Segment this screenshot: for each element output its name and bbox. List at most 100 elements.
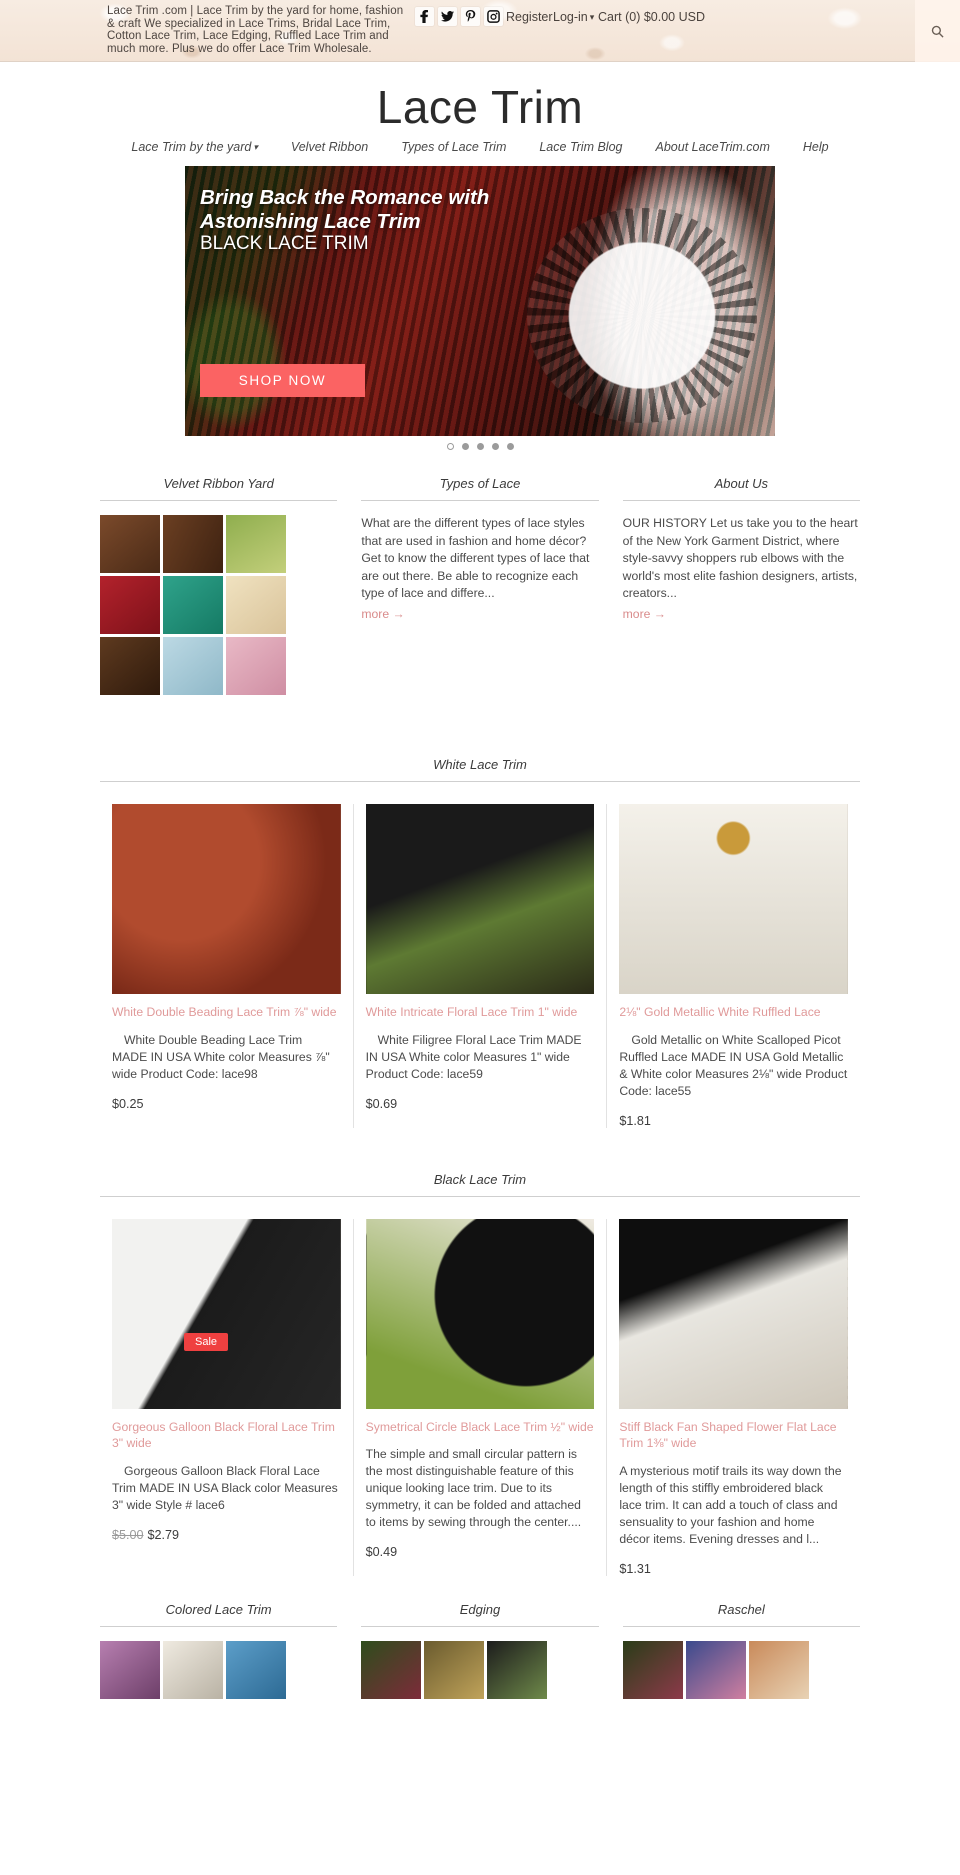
thumbnail[interactable] <box>100 1640 160 1699</box>
product-title[interactable]: Gorgeous Galloon Black Floral Lace Trim … <box>112 1419 341 1452</box>
feature-columns: Velvet Ribbon Yard Types of Lace What ar… <box>100 476 860 695</box>
divider <box>622 1625 860 1627</box>
chevron-down-icon: ▾ <box>253 142 258 152</box>
thumbnail[interactable] <box>226 515 286 573</box>
site-logo[interactable]: Lace Trim <box>0 62 960 140</box>
login-label: Log-in <box>553 10 588 24</box>
product-price: $1.81 <box>619 1113 651 1128</box>
thumbnail[interactable] <box>163 576 223 634</box>
feature-title[interactable]: Velvet Ribbon Yard <box>100 476 337 500</box>
black-product-list: Sale Gorgeous Galloon Black Floral Lace … <box>100 1218 860 1576</box>
feature-body: What are the different types of lace sty… <box>361 516 590 600</box>
sale-badge: Sale <box>184 1332 229 1351</box>
thumbnail[interactable] <box>622 1640 683 1699</box>
velvet-thumb-grid <box>100 515 337 695</box>
login-dropdown[interactable]: Log-in ▾ <box>553 10 594 24</box>
product-description: The simple and small circular pattern is… <box>365 1447 582 1529</box>
nav-item-velvet-ribbon[interactable]: Velvet Ribbon <box>291 140 368 154</box>
feature-title[interactable]: Raschel <box>623 1602 860 1626</box>
main-nav: Lace Trim by the yard ▾ Velvet Ribbon Typ… <box>0 140 960 166</box>
carousel-dot-3[interactable] <box>476 443 484 450</box>
nav-item-help[interactable]: Help <box>803 140 829 154</box>
thumbnail[interactable] <box>100 515 160 573</box>
hero-text-block: Bring Back the Romance with Astonishing … <box>200 186 530 255</box>
thumbnail[interactable] <box>685 1640 746 1699</box>
chevron-down-icon: ▾ <box>589 12 595 22</box>
product-image[interactable]: Sale <box>112 1218 341 1409</box>
thumbnail[interactable] <box>100 576 160 634</box>
product-title[interactable]: Symetrical Circle Black Lace Trim ½" wid… <box>366 1419 595 1436</box>
thumbnail[interactable] <box>226 576 286 634</box>
feature-about-us: About Us OUR HISTORY Let us take you to … <box>622 476 860 695</box>
divider <box>100 1625 338 1627</box>
product-price: $0.49 <box>365 1545 398 1559</box>
instagram-icon[interactable] <box>484 7 503 26</box>
pinterest-icon[interactable] <box>461 7 480 26</box>
product-title[interactable]: White Intricate Floral Lace Trim 1" wide <box>366 1004 595 1021</box>
thumbnail[interactable] <box>226 1640 286 1699</box>
feature-title[interactable]: Colored Lace Trim <box>100 1602 337 1626</box>
feature-velvet-ribbon-yard: Velvet Ribbon Yard <box>100 476 338 695</box>
more-link[interactable]: more → <box>361 607 404 621</box>
top-bar: Lace Trim .com | Lace Trim by the yard f… <box>0 0 960 62</box>
product-image[interactable] <box>112 804 341 994</box>
thumbnail[interactable] <box>424 1640 485 1699</box>
section-title: White Lace Trim <box>433 757 527 772</box>
nav-item-lace-trim-by-the-yard[interactable]: Lace Trim by the yard ▾ <box>131 140 257 154</box>
product-image[interactable] <box>365 1218 595 1409</box>
search-icon <box>931 25 944 38</box>
product-image[interactable] <box>365 804 595 994</box>
carousel-dots <box>185 443 775 450</box>
nav-label: Lace Trim by the yard <box>131 140 252 154</box>
search-button[interactable] <box>915 0 960 62</box>
divider <box>100 1195 860 1197</box>
thumbnail[interactable] <box>361 1640 422 1699</box>
thumbnail[interactable] <box>163 515 223 573</box>
raschel-thumb-grid <box>622 1640 860 1699</box>
feature-title[interactable]: Types of Lace <box>361 476 598 500</box>
divider <box>622 500 860 501</box>
product-card: Stiff Black Fan Shaped Flower Flat Lace … <box>606 1218 860 1576</box>
thumbnail[interactable] <box>100 637 160 695</box>
product-price: $1.31 <box>619 1561 651 1576</box>
thumbnail[interactable] <box>487 1640 548 1699</box>
thumbnail[interactable] <box>226 637 286 695</box>
feature-raschel: Raschel <box>622 1602 860 1699</box>
twitter-icon[interactable] <box>438 7 457 26</box>
carousel-dot-2[interactable] <box>461 443 469 450</box>
thumbnail[interactable] <box>748 1640 809 1699</box>
carousel-dot-1[interactable] <box>446 443 454 450</box>
feature-body: OUR HISTORY Let us take you to the heart… <box>622 516 858 600</box>
nav-item-lace-trim-blog[interactable]: Lace Trim Blog <box>539 140 622 154</box>
product-card: White Intricate Floral Lace Trim 1" wide… <box>352 804 607 1128</box>
shop-now-button[interactable]: SHOP NOW <box>200 364 365 397</box>
product-description: White Double Beading Lace Trim MADE IN U… <box>112 1032 330 1081</box>
product-card: 2⅛" Gold Metallic White Ruffled Lace Gol… <box>606 804 860 1128</box>
feature-title[interactable]: About Us <box>623 476 860 500</box>
hero-lace-decoration <box>527 208 757 423</box>
more-link[interactable]: more → <box>623 607 666 621</box>
facebook-icon[interactable] <box>415 7 434 26</box>
thumbnail[interactable] <box>163 637 223 695</box>
cart-link[interactable]: Cart (0) $0.00 USD <box>598 10 705 24</box>
product-title[interactable]: Stiff Black Fan Shaped Flower Flat Lace … <box>619 1419 848 1452</box>
product-image[interactable] <box>619 804 849 994</box>
product-image[interactable] <box>619 1218 849 1409</box>
bottom-feature-columns: Colored Lace Trim Edging Raschel <box>100 1602 860 1699</box>
hero-subhead: BLACK LACE TRIM <box>200 233 369 254</box>
feature-types-of-lace: Types of Lace What are the different typ… <box>361 476 599 695</box>
carousel-dot-5[interactable] <box>506 443 514 450</box>
register-link[interactable]: Register <box>506 10 553 24</box>
nav-item-types-of-lace-trim[interactable]: Types of Lace Trim <box>401 140 506 154</box>
feature-title[interactable]: Edging <box>361 1602 598 1626</box>
divider <box>361 500 599 501</box>
site-tagline: Lace Trim .com | Lace Trim by the yard f… <box>107 5 404 55</box>
carousel-dot-4[interactable] <box>491 443 499 450</box>
hero-slide[interactable]: Bring Back the Romance with Astonishing … <box>185 166 775 436</box>
product-price: $0.69 <box>365 1096 398 1111</box>
white-lace-section: White Lace Trim White Double Beading Lac… <box>100 739 860 1128</box>
product-title[interactable]: White Double Beading Lace Trim ⅞" wide <box>112 1004 341 1021</box>
nav-item-about-lacetrim[interactable]: About LaceTrim.com <box>656 140 770 154</box>
thumbnail[interactable] <box>163 1640 223 1699</box>
product-title[interactable]: 2⅛" Gold Metallic White Ruffled Lace <box>619 1004 848 1021</box>
